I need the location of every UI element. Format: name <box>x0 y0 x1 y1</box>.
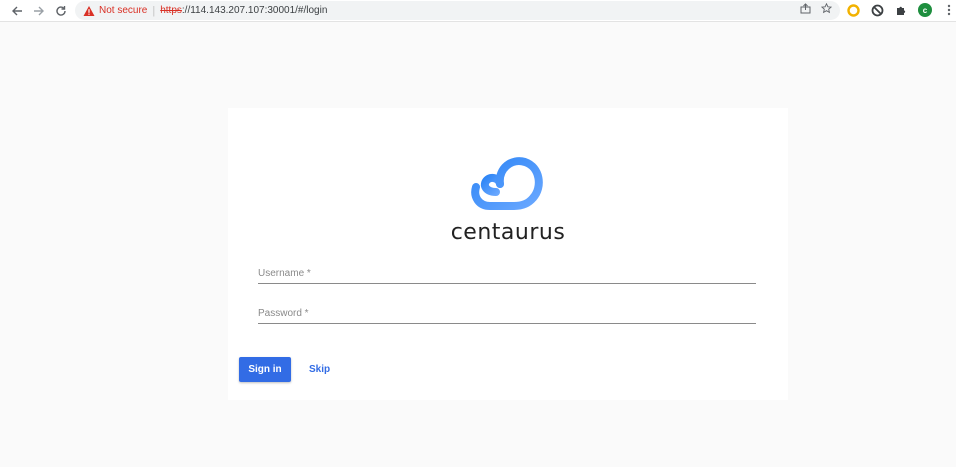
share-icon[interactable] <box>800 3 811 17</box>
reload-icon <box>56 6 66 16</box>
warning-icon <box>83 5 95 17</box>
extension-ring-icon[interactable] <box>845 2 861 18</box>
login-card: centaurus Sign in Skip <box>228 108 788 400</box>
avatar: c <box>918 3 932 17</box>
security-label[interactable]: Not secure <box>99 5 147 16</box>
cloud-logo-icon <box>471 157 543 210</box>
password-input[interactable] <box>258 304 756 323</box>
browser-toolbar: Not secure | https://114.143.207.107:300… <box>0 0 956 22</box>
forward-button[interactable] <box>30 2 48 20</box>
reload-button[interactable] <box>52 2 70 20</box>
skip-link[interactable]: Skip <box>309 357 330 382</box>
back-button[interactable] <box>8 2 26 20</box>
logo: centaurus <box>228 154 788 245</box>
url-text: ://114.143.207.107:30001/#/login <box>181 5 328 16</box>
forward-icon <box>34 6 44 16</box>
puzzle-icon[interactable] <box>893 2 909 18</box>
username-field <box>258 263 756 284</box>
username-input[interactable] <box>258 264 756 283</box>
block-icon[interactable] <box>869 2 885 18</box>
extension-bar: c <box>845 2 956 18</box>
password-field <box>258 303 756 324</box>
star-icon[interactable] <box>820 2 833 17</box>
profile-button[interactable]: c <box>917 2 933 18</box>
separator: | <box>152 4 156 17</box>
address-bar[interactable]: Not secure | https://114.143.207.107:300… <box>75 1 840 20</box>
url-scheme: https <box>160 5 182 16</box>
back-icon <box>12 6 22 16</box>
brand-name: centaurus <box>450 220 566 245</box>
sign-in-button[interactable]: Sign in <box>239 357 291 382</box>
menu-icon[interactable] <box>941 2 956 18</box>
omnibox-actions <box>800 2 833 17</box>
